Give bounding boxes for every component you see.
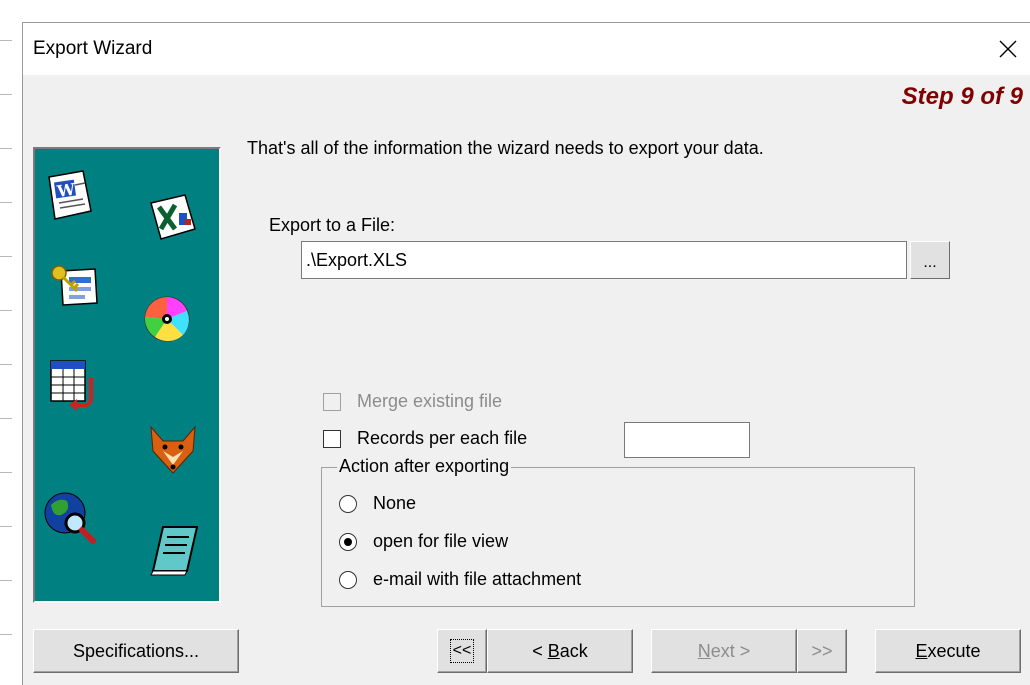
step-indicator: Step 9 of 9: [901, 83, 1023, 110]
action-none-radio[interactable]: [339, 495, 357, 513]
export-file-label: Export to a File:: [269, 215, 396, 235]
fox-icon: [150, 425, 196, 474]
window-title: Export Wizard: [33, 38, 153, 59]
records-per-file-label: Records per each file: [357, 428, 528, 448]
first-button[interactable]: <<: [437, 629, 487, 673]
execute-accel: E: [915, 640, 928, 661]
merge-existing-checkbox[interactable]: [323, 393, 341, 411]
globe-search-icon: [44, 492, 96, 544]
excel-icon: [150, 194, 196, 240]
action-none-label: None: [373, 493, 417, 513]
info-text: That's all of the information the wizard…: [247, 138, 764, 158]
close-icon: [999, 40, 1017, 58]
action-email-radio[interactable]: [339, 571, 357, 589]
table-export-icon: [50, 360, 93, 411]
radio-selected-dot: [344, 538, 352, 546]
background-strip: [0, 0, 22, 684]
svg-text:W: W: [55, 180, 77, 202]
disc-icon: [144, 296, 190, 342]
close-button[interactable]: [985, 23, 1030, 75]
next-accel: N: [697, 640, 711, 661]
specifications-button[interactable]: Specifications...: [33, 629, 239, 673]
wizard-banner: W: [33, 147, 221, 603]
first-button-label: <<: [449, 639, 475, 663]
back-prefix: <: [532, 640, 548, 661]
export-file-input[interactable]: [301, 241, 907, 279]
word-icon: W: [48, 170, 92, 220]
key-icon: [51, 265, 98, 306]
records-per-file-input[interactable]: [624, 422, 750, 458]
title-bar: Export Wizard: [23, 23, 1030, 75]
execute-button[interactable]: Execute: [875, 629, 1021, 673]
next-button[interactable]: Next >: [651, 629, 797, 673]
browse-button[interactable]: ...: [910, 241, 950, 279]
back-accel: B: [547, 640, 560, 661]
last-button[interactable]: >>: [797, 629, 847, 673]
merge-existing-label: Merge existing file: [357, 391, 503, 411]
notepad-icon: [150, 526, 199, 576]
records-per-file-checkbox[interactable]: [323, 430, 341, 448]
action-group-legend: Action after exporting: [337, 456, 512, 477]
back-rest: ack: [559, 640, 588, 661]
export-wizard-window: Export Wizard Step 9 of 9 W That's all o…: [22, 22, 1030, 685]
execute-rest: xecute: [927, 640, 981, 661]
action-open-file-view-label: open for file view: [373, 531, 509, 551]
next-rest: ext >: [710, 640, 751, 661]
action-email-label: e-mail with file attachment: [373, 569, 582, 589]
action-open-file-view-radio[interactable]: [339, 533, 357, 551]
back-button[interactable]: < Back: [487, 629, 633, 673]
